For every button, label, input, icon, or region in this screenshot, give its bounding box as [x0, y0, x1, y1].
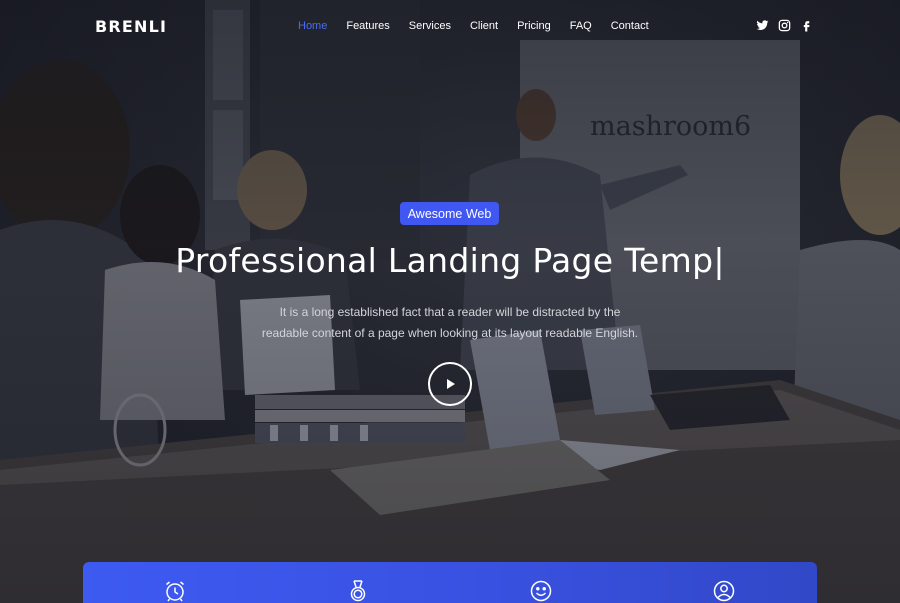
- nav-item-pricing[interactable]: Pricing: [517, 20, 551, 32]
- medal-icon: [350, 580, 366, 602]
- twitter-icon[interactable]: [756, 19, 769, 32]
- hero-headline: Professional Landing Page Temp|: [175, 241, 725, 280]
- feature-bar: [83, 562, 817, 603]
- alarm-clock-icon: [166, 581, 184, 602]
- instagram-icon[interactable]: [778, 19, 791, 32]
- hero-badge: Awesome Web: [400, 202, 499, 225]
- hero-description-line-1: It is a long established fact that a rea…: [279, 305, 621, 319]
- play-icon: [447, 379, 455, 389]
- nav-item-home[interactable]: Home: [298, 20, 327, 32]
- nav-menu: Home Features Services Client Pricing FA…: [298, 20, 668, 32]
- nav-item-features[interactable]: Features: [346, 20, 389, 32]
- facebook-icon[interactable]: [800, 19, 813, 32]
- nav-item-client[interactable]: Client: [470, 20, 498, 32]
- user-icon: [713, 580, 735, 602]
- hero-description: It is a long established fact that a rea…: [230, 302, 670, 344]
- nav-item-services[interactable]: Services: [409, 20, 451, 32]
- navbar: BRENLI Home Features Services Client Pri…: [0, 0, 900, 54]
- play-video-button[interactable]: [428, 362, 472, 406]
- hero-section: mashroom6: [0, 0, 900, 603]
- social-links: [756, 19, 813, 32]
- brand-logo[interactable]: BRENLI: [95, 17, 167, 36]
- nav-item-contact[interactable]: Contact: [611, 20, 649, 32]
- hero-description-line-2: readable content of a page when looking …: [261, 326, 639, 340]
- nav-item-faq[interactable]: FAQ: [570, 20, 592, 32]
- smiley-icon: [530, 580, 552, 602]
